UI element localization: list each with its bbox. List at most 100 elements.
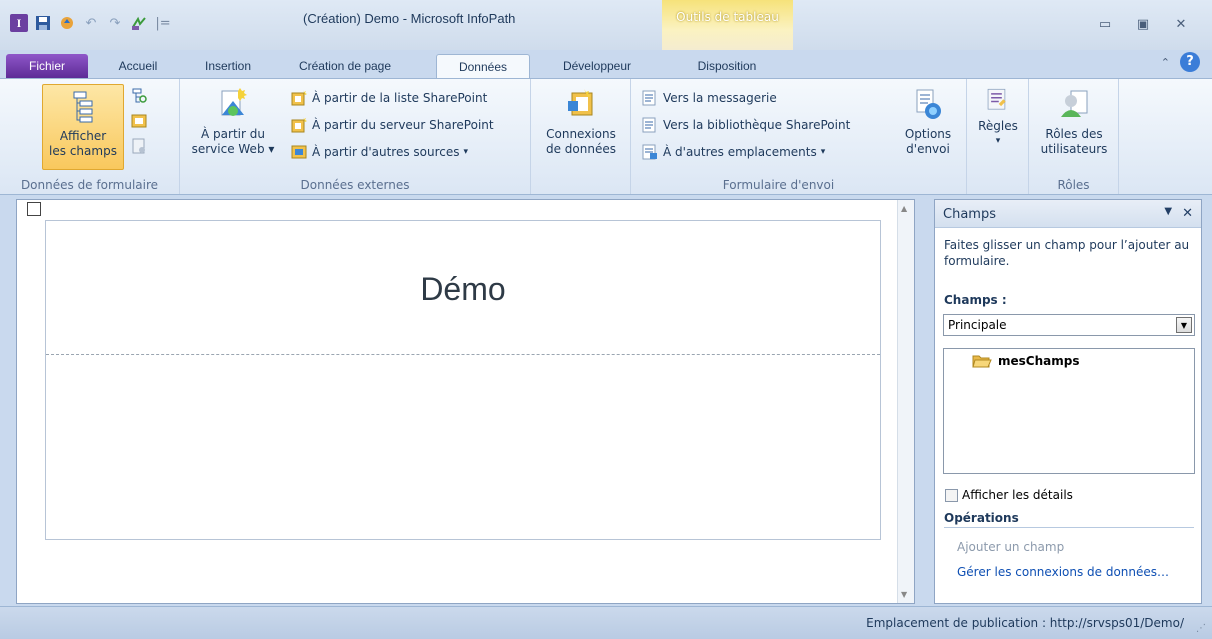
task-pane-menu-icon[interactable]: ▼ [1164,206,1172,221]
tab-insertion[interactable]: Insertion [188,54,268,79]
tab-disposition[interactable]: Disposition [666,54,788,79]
checkbox-box[interactable] [945,488,958,502]
infopath-app-icon[interactable]: I [10,14,28,32]
show-fields-label-1: Afficher [59,129,107,143]
publish-location-text: Emplacement de publication : http://srvs… [866,616,1184,630]
submit-options-label-2: d'envoi [906,142,950,156]
window-controls: ▭ ▣ ✕ [1086,14,1200,36]
show-fields-button[interactable]: Afficher les champs [42,84,124,170]
user-roles-button[interactable]: Rôles des utilisateurs [1033,87,1115,157]
help-icon[interactable]: ? [1180,52,1200,72]
show-fields-label-2: les champs [49,144,117,158]
scroll-up-icon[interactable]: ▲ [901,204,907,213]
data-connections-button[interactable]: Connexions de données [537,87,625,157]
form-title[interactable]: Démo [46,271,880,308]
maximize-icon[interactable]: ▣ [1124,14,1162,36]
manage-connections-link[interactable]: Gérer les connexions de données… [957,565,1169,579]
customize-icon[interactable]: |= [154,14,172,32]
user-roles-label-1: Rôles des [1045,127,1103,141]
submit-to-sharepoint-library-button[interactable]: Vers la bibliothèque SharePoint [641,116,850,134]
scroll-down-icon[interactable]: ▼ [901,590,907,599]
add-field-link[interactable]: Ajouter un champ [957,540,1064,554]
field-properties-icon [131,114,147,128]
close-icon[interactable]: ✕ [1162,14,1200,36]
ribbon-tabs: Fichier Accueil Insertion Création de pa… [0,50,1212,80]
field-properties-button[interactable] [130,112,148,130]
form-canvas[interactable]: Démo [45,220,881,540]
vertical-scrollbar[interactable]: ▲ ▼ [897,200,914,603]
save-icon[interactable] [34,14,52,32]
operations-heading: Opérations [944,511,1194,528]
preview-icon[interactable] [58,14,76,32]
rules-icon [987,88,1006,110]
tab-donnees[interactable]: Données [436,54,530,80]
other-locations-icon [642,144,657,160]
submit-sharepoint-library-label: Vers la bibliothèque SharePoint [663,118,851,132]
help-area: ⌃ ? [1161,52,1200,72]
document-icon [132,138,145,154]
field-document-button[interactable] [130,137,148,155]
tab-creation-de-page[interactable]: Création de page [282,54,408,79]
field-tree-icon [73,91,93,123]
fields-tree[interactable]: mesChamps [943,348,1195,474]
task-pane-header: Champs ▼ ✕ [935,200,1201,228]
folder-open-icon [972,355,992,368]
tab-developpeur[interactable]: Développeur [540,54,654,79]
undo-icon[interactable]: ↶ [82,14,100,32]
email-submit-icon [642,90,656,106]
group-formulaire-envoi: Vers la messagerie Vers la bibliothèque … [631,79,967,194]
show-details-label: Afficher les détails [962,488,1073,502]
submit-options-label-1: Options [904,127,952,141]
title-bar: I ↶ ↷ |= (Création) Demo - Microsoft Inf… [0,0,1212,50]
task-pane-close-icon[interactable]: ✕ [1182,206,1193,221]
group-label-formulaire-envoi: Formulaire d'envoi [722,178,835,192]
collapse-ribbon-icon[interactable]: ⌃ [1161,56,1170,69]
submit-options-button[interactable]: Options d'envoi [895,87,961,157]
minimize-icon[interactable]: ▭ [1086,14,1124,36]
refresh-fields-button[interactable] [130,87,148,105]
resize-grip-icon[interactable]: ⋰ [1196,623,1208,635]
data-connections-label-1: Connexions [546,127,616,141]
submit-options-icon [916,89,941,119]
from-web-service-button[interactable]: À partir du service Web ▾ [186,87,280,157]
show-details-checkbox[interactable]: Afficher les détails [945,488,1073,502]
data-connections-icon [568,89,593,116]
from-sharepoint-list-button[interactable]: À partir de la liste SharePoint [290,89,487,107]
from-other-sources-button[interactable]: À partir d'autres sources ▾ [290,143,468,161]
task-pane-controls: ▼ ✕ [1164,206,1193,221]
context-tab-title-text: Outils de tableau [676,10,779,24]
ribbon: Afficher les champs Données de formulair… [0,78,1212,195]
tab-accueil[interactable]: Accueil [106,54,170,79]
submit-to-email-button[interactable]: Vers la messagerie [641,89,777,107]
tab-fichier[interactable]: Fichier [6,54,88,79]
web-service-label-1: À partir du [201,127,265,141]
rules-button[interactable]: Règles ▾ [973,87,1023,149]
task-pane-description: Faites glisser un champ pour l’ajouter a… [944,238,1190,268]
form-design-area[interactable]: Démo ▲ ▼ [16,199,915,604]
submit-other-label: À d'autres emplacements [663,145,817,159]
window-title: (Création) Demo - Microsoft InfoPath [303,11,516,26]
sharepoint-list-icon [291,90,307,106]
submit-email-label: Vers la messagerie [663,91,777,105]
dropdown-arrow-icon[interactable]: ▼ [1176,317,1192,333]
data-source-select[interactable]: Principale ▼ [943,314,1195,336]
web-service-icon [221,88,247,116]
other-sources-icon [291,145,307,159]
refresh-fields-icon [132,88,147,103]
select-all-checkbox[interactable] [27,202,41,216]
from-sharepoint-server-button[interactable]: À partir du serveur SharePoint [290,116,494,134]
group-connexions: Connexions de données [531,79,631,194]
task-pane-title: Champs [943,207,996,222]
publish-icon[interactable] [130,14,148,32]
sharepoint-server-icon [291,117,307,133]
sharepoint-library-icon [642,117,656,133]
fields-label: Champs : [944,293,1007,307]
tree-item-meschamps[interactable]: mesChamps [972,354,1079,368]
group-roles: Rôles des utilisateurs Rôles [1029,79,1119,194]
chevron-down-icon: ▾ [463,147,469,157]
group-donnees-de-formulaire: Afficher les champs Données de formulair… [0,79,180,194]
redo-icon[interactable]: ↷ [106,14,124,32]
sharepoint-list-label: À partir de la liste SharePoint [312,91,488,105]
sharepoint-server-label: À partir du serveur SharePoint [312,118,494,132]
submit-to-other-button[interactable]: À d'autres emplacements ▾ [641,143,825,161]
